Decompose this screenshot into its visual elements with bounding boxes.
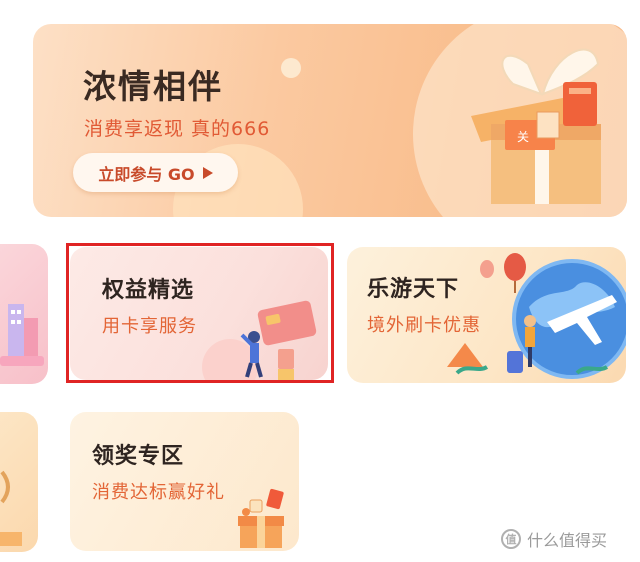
join-go-button[interactable]: 立即参与 GO — [73, 153, 238, 192]
watermark: 值 什么值得买 — [501, 527, 607, 551]
hero-subtitle: 消费享返现 真的666 — [84, 118, 271, 140]
travel-card[interactable]: 乐游天下 境外刷卡优惠 — [347, 247, 626, 383]
hero-title: 浓情相伴 — [83, 67, 223, 106]
watermark-text: 什么值得买 — [527, 531, 608, 550]
play-icon — [202, 166, 213, 179]
gift-tag-text: 关 — [517, 130, 529, 144]
gift-box-illustration — [238, 488, 284, 548]
card-person-illustration — [202, 300, 317, 380]
globe-plane-illustration — [447, 253, 626, 379]
tile-title: 权益精选 — [102, 278, 195, 303]
rewards-card[interactable]: 领奖专区 消费达标赢好礼 — [70, 412, 299, 551]
partial-card-left[interactable] — [0, 244, 48, 384]
decor-circle — [281, 58, 301, 78]
tile-subtitle: 用卡享服务 — [102, 316, 197, 337]
gift-illustration — [0, 470, 22, 546]
building-illustration — [0, 304, 44, 366]
hero-banner[interactable]: 浓情相伴 消费享返现 真的666 立即参与 GO 关 — [33, 24, 627, 217]
watermark-logo-icon: 值 — [501, 529, 521, 549]
tile-subtitle: 消费达标赢好礼 — [92, 482, 225, 503]
tile-title: 领奖专区 — [92, 444, 185, 469]
benefits-card[interactable]: 权益精选 用卡享服务 — [70, 247, 328, 380]
join-go-label: 立即参与 GO — [98, 164, 195, 184]
gift-box-illustration: 关 — [471, 48, 601, 204]
partial-card-left[interactable] — [0, 412, 38, 552]
